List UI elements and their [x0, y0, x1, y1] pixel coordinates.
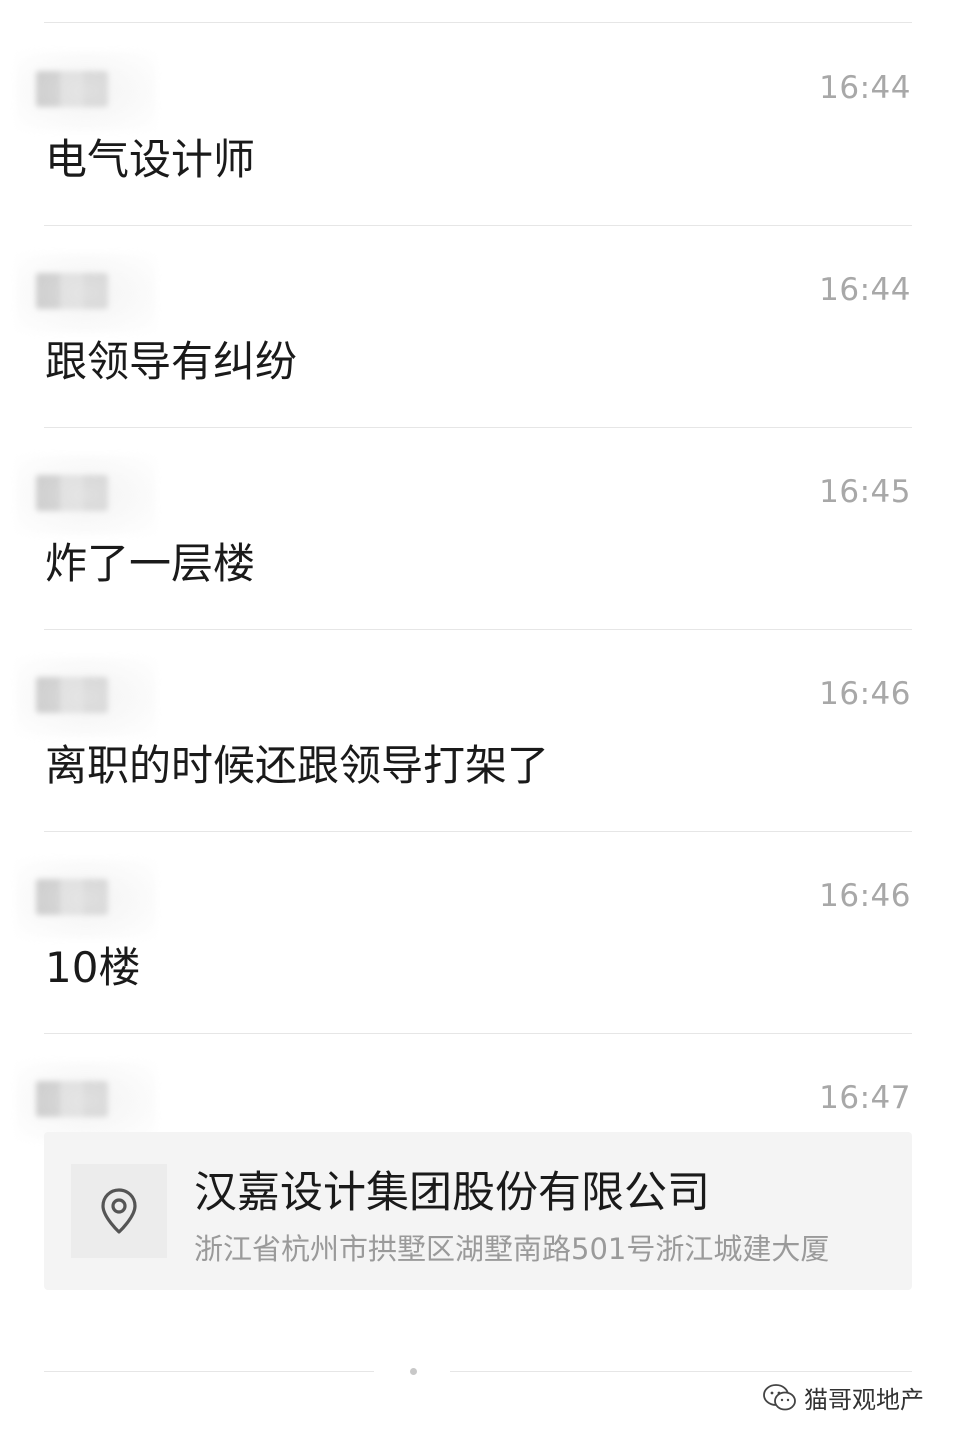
watermark: 猫哥观地产	[762, 1380, 924, 1415]
page-indicator-dot	[410, 1368, 417, 1375]
location-address: 浙江省杭州市拱墅区湖墅南路501号浙江城建大厦	[194, 1232, 830, 1266]
message-time: 16:45	[819, 474, 911, 510]
message-time: 16:44	[819, 70, 911, 106]
bottom-divider	[450, 1371, 912, 1372]
message-item[interactable]: 16:46 10楼	[0, 830, 954, 1032]
message-item[interactable]: 16:45 炸了一层楼	[0, 426, 954, 628]
message-item[interactable]: 16:44 电气设计师	[0, 22, 954, 224]
map-pin-icon	[101, 1188, 137, 1234]
blurred-sender-name	[16, 455, 156, 535]
message-text: 电气设计师	[45, 135, 256, 184]
message-time: 16:46	[819, 676, 911, 712]
blurred-sender-name	[16, 51, 156, 131]
message-item[interactable]: 16:44 跟领导有纠纷	[0, 224, 954, 426]
bottom-divider	[44, 1371, 374, 1372]
location-thumbnail	[71, 1164, 167, 1258]
blurred-sender-name	[16, 859, 156, 939]
wechat-icon	[763, 1383, 796, 1410]
message-time: 16:47	[819, 1080, 911, 1116]
blurred-sender-name	[16, 253, 156, 333]
message-text: 炸了一层楼	[45, 539, 256, 588]
watermark-text: 猫哥观地产	[804, 1386, 924, 1414]
message-item[interactable]: 16:46 离职的时候还跟领导打架了	[0, 628, 954, 830]
message-time: 16:46	[819, 878, 911, 914]
message-text: 离职的时候还跟领导打架了	[45, 741, 550, 790]
blurred-sender-name	[16, 657, 156, 737]
message-time: 16:44	[819, 272, 911, 308]
message-text: 10楼	[45, 943, 141, 992]
location-card[interactable]: 汉嘉设计集团股份有限公司 浙江省杭州市拱墅区湖墅南路501号浙江城建大厦	[44, 1132, 912, 1290]
location-title: 汉嘉设计集团股份有限公司	[194, 1168, 710, 1218]
message-text: 跟领导有纠纷	[45, 337, 298, 386]
blurred-sender-name	[16, 1061, 156, 1141]
